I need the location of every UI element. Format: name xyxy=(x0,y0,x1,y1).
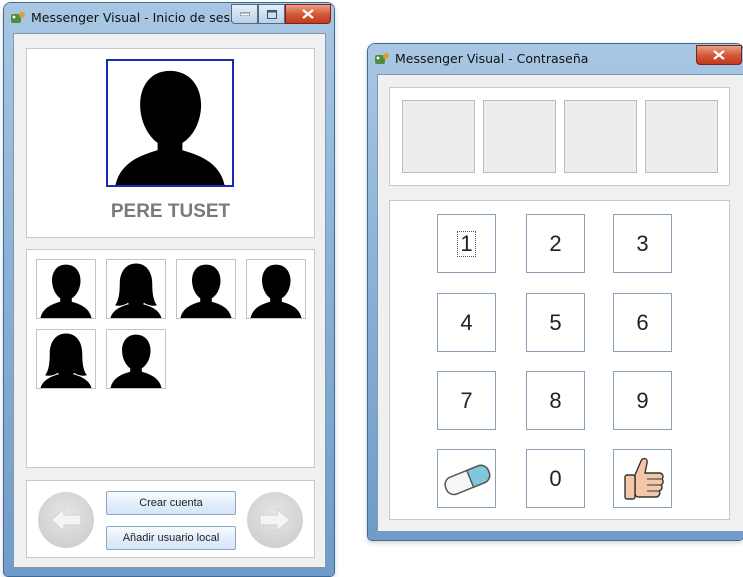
password-slot xyxy=(402,100,475,173)
password-client-area: 1 2 3 4 5 6 7 8 9 0 xyxy=(377,74,743,532)
user-avatar[interactable] xyxy=(36,329,96,389)
key-4[interactable]: 4 xyxy=(437,293,496,352)
password-window-title: Messenger Visual - Contraseña xyxy=(395,51,589,66)
minimize-icon xyxy=(239,12,250,16)
selected-user-name: PERE TUSET xyxy=(110,201,231,222)
user-avatar[interactable] xyxy=(246,259,306,319)
key-6[interactable]: 6 xyxy=(613,293,672,352)
close-icon xyxy=(713,50,725,60)
erase-button[interactable] xyxy=(437,449,496,508)
login-window: Messenger Visual - Inicio de sesión PERE… xyxy=(4,3,334,576)
add-local-user-button[interactable]: Añadir usuario local xyxy=(106,526,236,550)
close-icon xyxy=(302,9,314,19)
user-silhouette-icon xyxy=(110,263,162,318)
user-avatar[interactable] xyxy=(36,259,96,319)
key-label: 1 xyxy=(457,230,476,257)
thumbs-up-icon xyxy=(623,457,664,500)
create-account-button[interactable]: Crear cuenta xyxy=(106,491,236,515)
users-grid-panel xyxy=(26,249,315,468)
key-3[interactable]: 3 xyxy=(613,214,672,273)
password-slot xyxy=(483,100,556,173)
key-8[interactable]: 8 xyxy=(526,371,585,430)
selected-user-avatar[interactable] xyxy=(106,59,234,187)
keypad-panel: 1 2 3 4 5 6 7 8 9 0 xyxy=(389,200,730,520)
user-silhouette-icon xyxy=(180,264,232,318)
user-avatar[interactable] xyxy=(176,259,236,319)
login-window-title: Messenger Visual - Inicio de sesión xyxy=(31,10,250,25)
user-silhouette-icon xyxy=(115,70,225,185)
user-avatar[interactable] xyxy=(106,329,166,389)
actions-panel: Crear cuenta Añadir usuario local xyxy=(26,480,315,558)
arrow-right-icon xyxy=(259,507,291,533)
password-display-panel xyxy=(389,87,730,186)
password-slot xyxy=(564,100,637,173)
minimize-button[interactable] xyxy=(231,4,258,24)
close-button[interactable] xyxy=(285,4,331,24)
user-silhouette-icon xyxy=(40,264,92,318)
selected-user-panel: PERE TUSET xyxy=(26,48,315,238)
key-7[interactable]: 7 xyxy=(437,371,496,430)
key-9[interactable]: 9 xyxy=(613,371,672,430)
previous-button[interactable] xyxy=(38,492,94,548)
close-button[interactable] xyxy=(696,45,742,65)
password-titlebar[interactable]: Messenger Visual - Contraseña xyxy=(368,44,743,72)
arrow-left-icon xyxy=(50,507,82,533)
accept-button[interactable] xyxy=(613,449,672,508)
password-slot xyxy=(645,100,718,173)
password-window: Messenger Visual - Contraseña 1 2 3 4 5 … xyxy=(368,44,743,540)
maximize-icon xyxy=(266,9,277,19)
user-avatar[interactable] xyxy=(106,259,166,319)
key-2[interactable]: 2 xyxy=(526,214,585,273)
user-silhouette-icon xyxy=(40,333,92,388)
login-client-area: PERE TUSET Crear cuenta Añadir usuario l… xyxy=(13,33,326,568)
messenger-app-icon xyxy=(375,53,389,64)
eraser-icon xyxy=(443,464,490,495)
messenger-app-icon xyxy=(11,12,25,23)
user-silhouette-icon xyxy=(110,334,162,388)
user-silhouette-icon xyxy=(250,264,302,318)
key-1[interactable]: 1 xyxy=(437,214,496,273)
maximize-button[interactable] xyxy=(258,4,285,24)
key-5[interactable]: 5 xyxy=(526,293,585,352)
next-button[interactable] xyxy=(247,492,303,548)
login-titlebar[interactable]: Messenger Visual - Inicio de sesión xyxy=(4,3,334,31)
key-0[interactable]: 0 xyxy=(526,449,585,508)
